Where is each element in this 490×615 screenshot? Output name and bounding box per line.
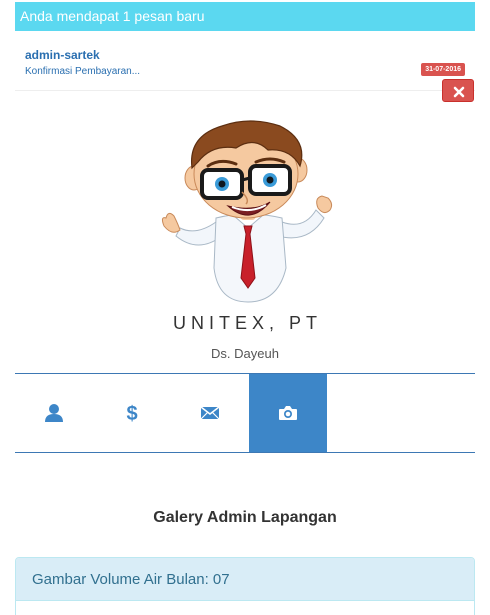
- message-sender[interactable]: admin-sartek: [25, 48, 100, 62]
- close-icon: [453, 86, 465, 98]
- gallery-title: Galery Admin Lapangan: [153, 509, 337, 526]
- tab-payment[interactable]: $: [93, 374, 171, 452]
- panel-heading: Gambar Volume Air Bulan: 07: [16, 558, 474, 601]
- message-item[interactable]: admin-sartek Konfirmasi Pembayaran... 31…: [15, 31, 475, 102]
- tab-profile[interactable]: [15, 374, 93, 452]
- user-icon: [45, 404, 63, 422]
- notification-text: Anda mendapat 1 pesan baru: [20, 8, 205, 24]
- dollar-icon: $: [126, 403, 137, 423]
- delete-message-button[interactable]: [442, 79, 474, 102]
- company-address: Ds. Dayeuh: [211, 346, 279, 361]
- date-badge: 31-07-2016: [421, 63, 465, 76]
- message-preview[interactable]: Konfirmasi Pembayaran...: [25, 66, 140, 77]
- avatar: [161, 120, 333, 303]
- company-name: UNITEX, PT: [172, 313, 322, 333]
- envelope-icon: [200, 406, 220, 420]
- camera-icon: [279, 406, 297, 420]
- notification-bar[interactable]: Anda mendapat 1 pesan baru: [15, 2, 475, 31]
- svg-text:$: $: [126, 403, 137, 423]
- tab-messages[interactable]: [171, 374, 249, 452]
- tab-gallery[interactable]: [249, 374, 327, 452]
- gallery-panel: Gambar Volume Air Bulan: 07: [15, 557, 475, 615]
- profile-tabbar: $: [15, 373, 475, 453]
